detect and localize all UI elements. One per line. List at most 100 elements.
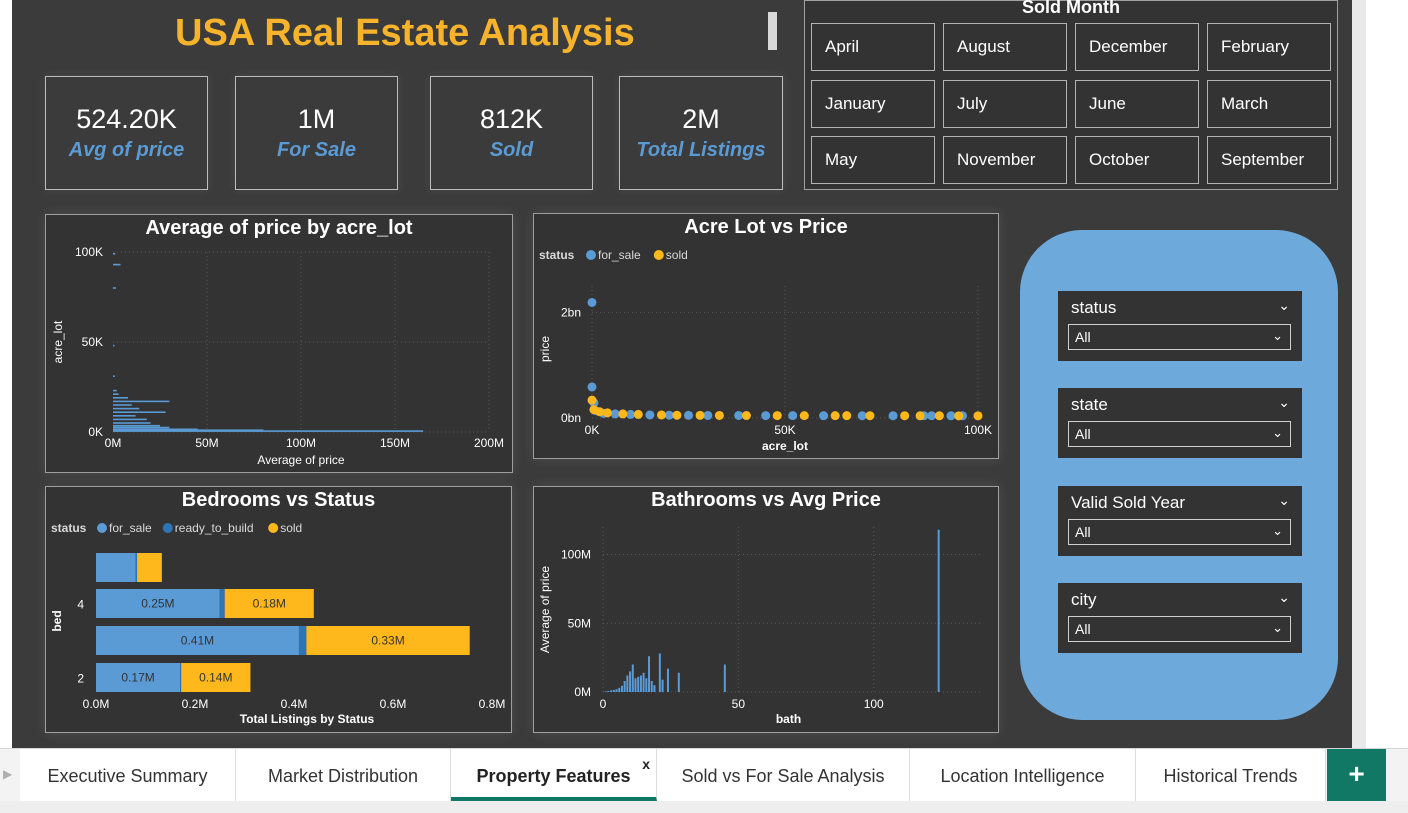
- tab-location-intelligence[interactable]: Location Intelligence: [910, 749, 1136, 801]
- dropdown-value: All: [1075, 426, 1091, 442]
- tab-bar-footer: [0, 801, 1408, 813]
- bar: [620, 685, 623, 692]
- valid-sold-year-dropdown[interactable]: All ⌄: [1068, 519, 1291, 545]
- scatter-point-sold: [915, 411, 925, 421]
- kpi-sold: 812K Sold: [430, 76, 593, 190]
- tab-sold-vs-for-sale[interactable]: Sold vs For Sale Analysis: [657, 749, 910, 801]
- bar: [666, 668, 669, 692]
- scatter-point-sold: [865, 411, 875, 421]
- tab-historical-trends[interactable]: Historical Trends: [1136, 749, 1326, 801]
- state-dropdown[interactable]: All ⌄: [1068, 421, 1291, 447]
- filter-pane: status ⌄ All ⌄ state ⌄ All ⌄ Valid Sold Ye…: [1020, 230, 1338, 720]
- status-dropdown[interactable]: All ⌄: [1068, 324, 1291, 350]
- x-axis-label: acre_lot: [762, 439, 808, 453]
- bar-segment-ready-to-build: [219, 589, 225, 618]
- bar: [113, 400, 170, 403]
- y-tick-label: 0K: [88, 425, 103, 439]
- chart-bedrooms-vs-status: Bedrooms vs Status status for_sale ready_t…: [45, 486, 512, 733]
- x-tick-label: 100: [864, 697, 884, 711]
- bar: [113, 263, 121, 266]
- x-tick-label: 50: [732, 697, 746, 711]
- add-page-button[interactable]: +: [1327, 749, 1386, 801]
- month-button-june[interactable]: June: [1075, 80, 1199, 128]
- chart-price-by-acre-plot: 0M 50M 100M 150M 200M 0K 50K 100K Average of pri…: [51, 245, 504, 467]
- chevron-down-icon[interactable]: ⌄: [1278, 589, 1290, 606]
- chevron-down-icon[interactable]: ⌄: [1278, 394, 1290, 411]
- x-tick-label: 150M: [380, 436, 410, 450]
- month-button-may[interactable]: May: [811, 136, 935, 184]
- sold-month-title: Sold Month: [1022, 0, 1120, 17]
- chevron-down-icon: ⌄: [1272, 620, 1283, 635]
- bar: [639, 675, 642, 692]
- kpi-avg-price: 524.20K Avg of price: [45, 76, 208, 190]
- scatter-point-sold: [842, 411, 852, 421]
- scatter-point-for-sale: [946, 411, 956, 421]
- sold-month-slicer: Sold Month April August December Februar…: [804, 0, 1338, 190]
- x-tick-label: 0M: [105, 436, 122, 450]
- month-button-october[interactable]: October: [1075, 136, 1199, 184]
- x-tick-label: 0.0M: [83, 697, 110, 711]
- dropdown-value: All: [1075, 524, 1091, 540]
- bar: [937, 529, 940, 692]
- y-axis-label: Average of price: [538, 566, 552, 653]
- month-button-march[interactable]: March: [1207, 80, 1331, 128]
- month-button-december[interactable]: December: [1075, 23, 1199, 71]
- month-button-september[interactable]: September: [1207, 136, 1331, 184]
- slicer-city: city ⌄ All ⌄: [1058, 583, 1302, 653]
- right-pane: [1352, 0, 1408, 748]
- x-tick-label: 0.4M: [281, 697, 308, 711]
- tab-property-features[interactable]: Property Features x: [451, 749, 657, 801]
- month-button-august[interactable]: August: [943, 23, 1067, 71]
- scatter-point-for-sale: [645, 410, 655, 420]
- x-tick-label: 100K: [964, 423, 992, 437]
- slicer-label: Valid Sold Year: [1071, 493, 1186, 512]
- y-tick-label: 100M: [561, 548, 591, 562]
- data-label: 0.33M: [371, 634, 404, 648]
- month-button-july[interactable]: July: [943, 80, 1067, 128]
- month-button-february[interactable]: February: [1207, 23, 1331, 71]
- chevron-down-icon: ⌄: [1272, 425, 1283, 440]
- kpi-value: 812K: [479, 104, 544, 134]
- page-tab-bar: ▶ Executive Summary Market Distribution …: [0, 748, 1408, 813]
- month-button-november[interactable]: November: [943, 136, 1067, 184]
- scatter-point-sold: [587, 395, 597, 405]
- scatter-point-for-sale: [857, 411, 867, 421]
- x-tick-label: 0.8M: [479, 697, 506, 711]
- scatter-point-sold: [741, 411, 751, 421]
- tab-label: Property Features: [476, 766, 631, 786]
- scatter-point-sold: [618, 409, 628, 419]
- chevron-down-icon[interactable]: ⌄: [1278, 297, 1290, 314]
- y-tick-label: 4: [77, 598, 84, 612]
- x-tick-label: 100M: [286, 436, 316, 450]
- scroll-left-icon[interactable]: ▶: [3, 767, 12, 781]
- x-axis-label: Total Listings by Status: [240, 712, 375, 726]
- bar: [113, 411, 166, 413]
- month-button-april[interactable]: April: [811, 23, 935, 71]
- legend-marker: [97, 523, 107, 533]
- text-cursor-icon: [768, 12, 777, 50]
- bar: [113, 426, 170, 429]
- x-tick-label: 0.2M: [182, 697, 209, 711]
- scatter-point-sold: [934, 411, 944, 421]
- tab-executive-summary[interactable]: Executive Summary: [20, 749, 236, 801]
- slicer-valid-sold-year: Valid Sold Year ⌄ All ⌄: [1058, 486, 1302, 556]
- chevron-down-icon[interactable]: ⌄: [1278, 492, 1290, 509]
- city-dropdown[interactable]: All ⌄: [1068, 616, 1291, 642]
- bar: [113, 344, 115, 347]
- bar: [113, 415, 136, 417]
- scatter-point-for-sale: [610, 409, 620, 419]
- right-pane-bar: [1352, 0, 1366, 748]
- y-axis-label: bed: [50, 610, 64, 631]
- bar: [113, 407, 140, 410]
- tab-market-distribution[interactable]: Market Distribution: [236, 749, 451, 801]
- scatter-point-sold: [695, 410, 705, 420]
- scatter-point-sold: [672, 410, 682, 420]
- bar: [604, 691, 607, 692]
- close-icon[interactable]: x: [642, 737, 650, 791]
- bar: [626, 675, 629, 692]
- x-tick-label: 0: [600, 697, 607, 711]
- dropdown-value: All: [1075, 621, 1091, 637]
- bar: [113, 397, 129, 399]
- month-button-january[interactable]: January: [811, 80, 935, 128]
- y-tick-label: 0bn: [561, 411, 581, 425]
